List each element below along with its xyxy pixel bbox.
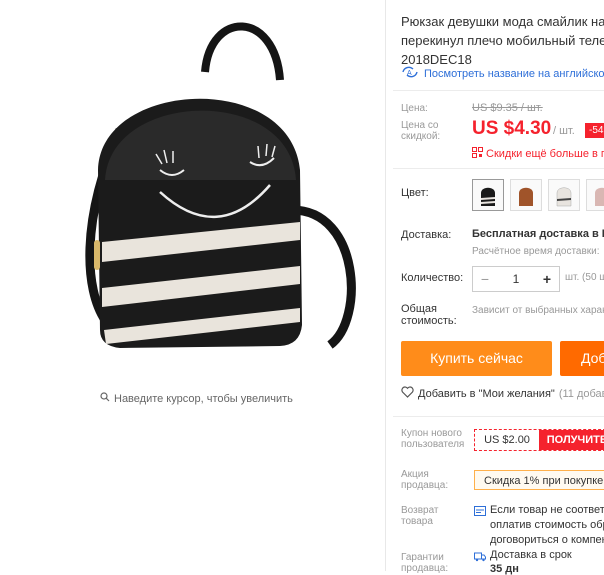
translate-icon: A — [401, 66, 419, 81]
add-to-cart-button[interactable]: Доб — [560, 341, 604, 376]
column-divider — [385, 0, 386, 571]
color-option-pink[interactable] — [586, 179, 604, 211]
return-line: Если товар не соответст — [490, 504, 604, 516]
wishlist-text: Добавить в "Мои желания" — [418, 387, 555, 400]
translate-link-text: Посмотреть название на английском — [424, 67, 604, 80]
return-policy-text: Если товар не соответст оплатив стоимост… — [490, 503, 604, 548]
discount-badge: -54 — [585, 123, 604, 138]
svg-text:A: A — [407, 70, 412, 77]
quantity-decrease-button[interactable]: − — [473, 271, 497, 287]
price-label: Цена: — [401, 103, 428, 114]
translate-link[interactable]: A Посмотреть название на английском — [401, 66, 604, 81]
zoom-hint-text: Наведите курсор, чтобы увеличить — [114, 392, 293, 405]
return-line: оплатив стоимость обр — [490, 519, 604, 531]
color-option-black[interactable] — [472, 179, 504, 211]
heart-icon — [401, 386, 414, 401]
price-unit: / шт. — [553, 125, 575, 137]
backpack-image — [85, 22, 356, 349]
search-icon — [100, 392, 110, 405]
buy-now-button[interactable]: Купить сейчас — [401, 341, 552, 376]
wishlist-link[interactable]: Добавить в "Мои желания" (11 добав — [401, 386, 604, 401]
promo-value[interactable]: Скидка 1% при покупке 2 — [474, 470, 604, 490]
product-title: Рюкзак девушки мода смайлик на перекинул… — [401, 12, 604, 69]
old-price: US $9.35 / шт. — [472, 102, 543, 114]
title-line: перекинул плечо мобильный теле — [401, 33, 604, 48]
wishlist-count: (11 добав — [558, 387, 604, 400]
more-discounts-text: Скидки ещё больше в п — [486, 148, 604, 160]
zoom-hint: Наведите курсор, чтобы увеличить — [100, 392, 293, 405]
quantity-stepper: − 1 + — [472, 266, 560, 292]
discount-price-label: Цена со скидкой: — [401, 120, 441, 142]
guarantee-value: Доставка в срок — [490, 549, 572, 561]
quantity-stock: шт. (50 ш — [565, 272, 604, 283]
return-line: договориться о компен — [490, 534, 604, 546]
return-icon — [474, 504, 486, 522]
qr-icon — [472, 147, 483, 161]
product-image[interactable] — [60, 0, 370, 380]
coupon: US $2.00 ПОЛУЧИТЕ — [474, 429, 604, 451]
current-price: US $4.30 — [472, 118, 552, 139]
total-value: Зависит от выбранных харак — [472, 305, 604, 316]
total-label: Общая стоимость: — [401, 303, 457, 327]
delivery-icon — [474, 549, 486, 567]
divider — [393, 416, 604, 417]
quantity-label: Количество: — [401, 272, 464, 284]
quantity-increase-button[interactable]: + — [535, 271, 559, 287]
delivery-value[interactable]: Бесплатная доставка в Ru — [472, 228, 604, 240]
more-discounts-link[interactable]: Скидки ещё больше в п — [472, 147, 604, 161]
color-label: Цвет: — [401, 187, 429, 199]
return-label: Возврат товара — [401, 505, 439, 527]
get-coupon-button[interactable]: ПОЛУЧИТЕ — [539, 430, 604, 450]
coupon-value: US $2.00 — [484, 434, 530, 446]
promo-label: Акция продавца: — [401, 469, 449, 491]
quantity-input[interactable]: 1 — [497, 272, 535, 286]
color-option-brown[interactable] — [510, 179, 542, 211]
delivery-label: Доставка: — [401, 229, 452, 241]
title-line: Рюкзак девушки мода смайлик на — [401, 14, 604, 29]
guarantee-days: 35 дн — [490, 563, 519, 575]
color-option-white[interactable] — [548, 179, 580, 211]
delivery-time: Расчётное время доставки: — [472, 246, 600, 257]
divider — [393, 168, 604, 169]
divider — [393, 90, 604, 91]
coupon-label: Купон нового пользователя — [401, 428, 465, 450]
